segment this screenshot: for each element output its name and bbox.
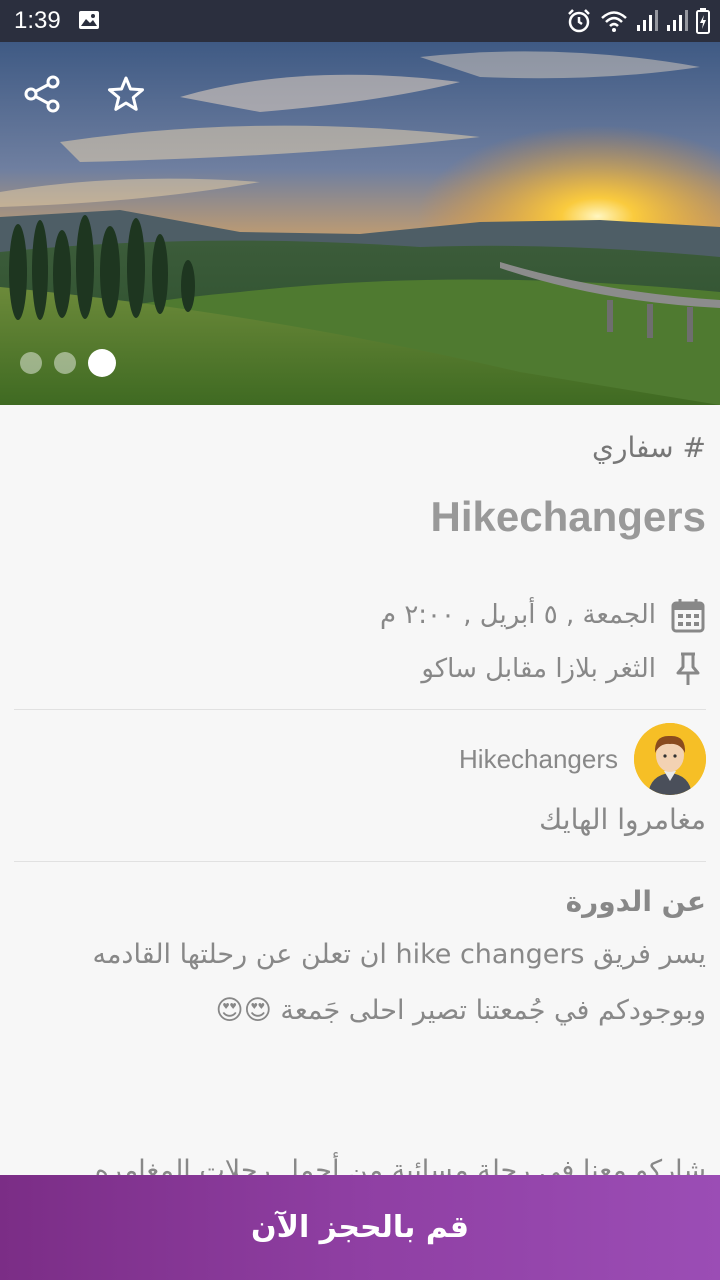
about-text-line: وبوجودكم في جُمعتنا تصير احلى جَمعة 😍😍 — [215, 995, 706, 1026]
carousel-dot[interactable] — [20, 352, 42, 374]
about-title: عن الدورة — [565, 885, 706, 918]
star-icon — [108, 76, 144, 111]
about-text-line: شاركو معنا في رحلة مسائية من أجمل رحلات … — [94, 1155, 706, 1175]
event-date-row: الجمعة , ٥ أبريل , ٢:٠٠ م — [380, 597, 706, 633]
event-location: الثغر بلازا مقابل ساكو — [421, 654, 656, 684]
status-icons — [566, 8, 710, 34]
gallery-notification-icon — [78, 10, 100, 34]
calendar-icon — [671, 599, 705, 633]
signal-icon-2 — [667, 10, 688, 31]
event-date: الجمعة , ٥ أبريل , ٢:٠٠ م — [379, 600, 656, 630]
event-details: # سفاري Hikechangers الجمعة , ٥ أبريل , … — [0, 405, 720, 1175]
divider — [14, 709, 706, 710]
organizer-row[interactable]: Hikechangers — [459, 723, 706, 795]
divider — [14, 861, 706, 862]
share-button[interactable] — [20, 72, 64, 116]
organizer-avatar — [634, 723, 706, 795]
pin-icon — [676, 652, 700, 685]
book-now-label: قم بالحجز الآن — [251, 1210, 469, 1245]
favorite-button[interactable] — [104, 72, 148, 116]
carousel-dot[interactable] — [54, 352, 76, 374]
status-time: 1:39 — [14, 7, 61, 34]
event-title: Hikechangers — [430, 493, 706, 540]
organizer-description: مغامروا الهايك — [539, 803, 706, 836]
battery-charging-icon — [696, 8, 710, 34]
share-icon — [24, 75, 60, 113]
signal-icon-1 — [637, 10, 658, 31]
person-avatar-icon — [634, 723, 706, 795]
wifi-icon — [601, 11, 627, 32]
event-category: # سفاري — [592, 431, 706, 464]
carousel-indicators — [20, 349, 116, 377]
book-now-button[interactable]: قم بالحجز الآن — [0, 1175, 720, 1280]
status-bar: 1:39 — [0, 0, 720, 42]
carousel-dot-active[interactable] — [88, 349, 116, 377]
event-image-carousel[interactable] — [0, 42, 720, 405]
alarm-icon — [568, 9, 590, 33]
organizer-name[interactable]: Hikechangers — [459, 744, 618, 775]
about-text-line: يسر فريق hike changers ان تعلن عن رحلتها… — [92, 939, 706, 970]
event-location-row: الثغر بلازا مقابل ساكو — [421, 651, 706, 687]
